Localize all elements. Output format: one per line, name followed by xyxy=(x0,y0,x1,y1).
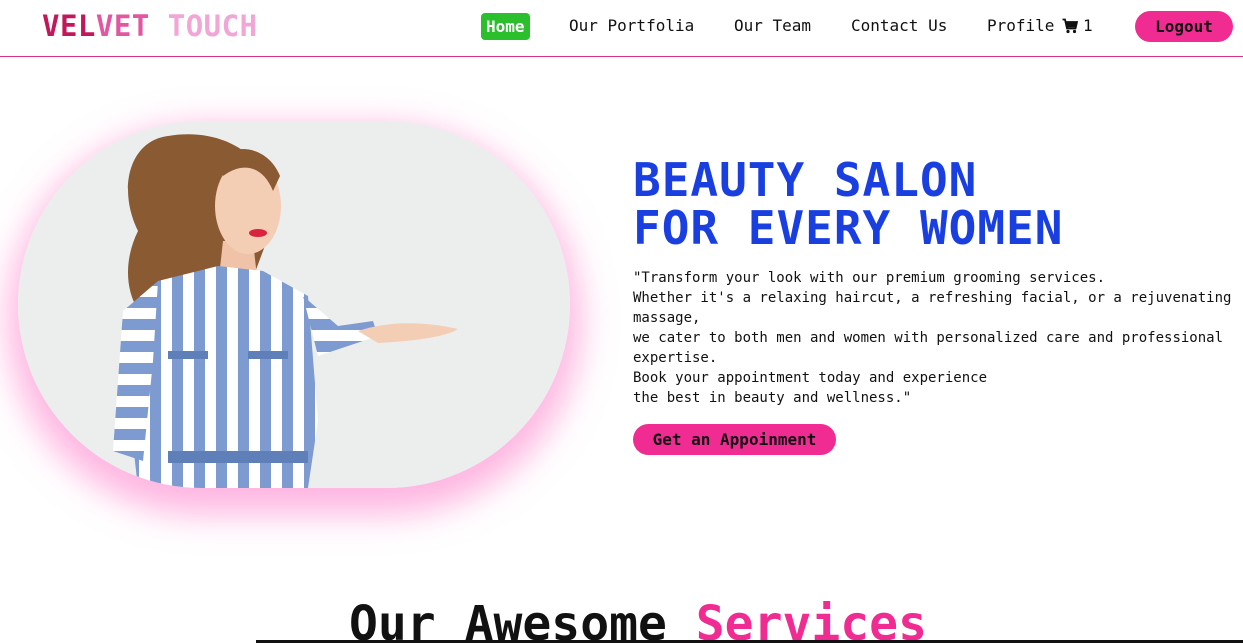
brand-logo-part1: VEL xyxy=(42,9,96,43)
hero-description-line: massage, xyxy=(633,310,701,326)
hero-description-line: Whether it's a relaxing haircut, a refre… xyxy=(633,290,1232,306)
hero-description-line: expertise. xyxy=(633,350,718,366)
services-heading: Our Awesome Services xyxy=(349,596,927,643)
nav-contact-link[interactable]: Contact Us xyxy=(851,15,947,37)
nav-team-link[interactable]: Our Team xyxy=(734,15,811,37)
hero-title-line1: BEAUTY SALON xyxy=(633,153,978,207)
hero-description-line: the best in beauty and wellness." xyxy=(633,390,912,406)
hero-description-line: Book your appointment today and experien… xyxy=(633,370,988,386)
cart-button[interactable]: 1 xyxy=(1062,15,1093,37)
get-appointment-button[interactable]: Get an Appoinment xyxy=(633,424,836,455)
nav-profile-link[interactable]: Profile xyxy=(987,15,1054,37)
cart-count: 1 xyxy=(1083,16,1093,35)
logout-button[interactable]: Logout xyxy=(1135,11,1233,42)
woman-in-striped-shirt-photo xyxy=(18,121,570,488)
shopping-cart-icon xyxy=(1062,18,1078,34)
brand-logo[interactable]: VELVET TOUCH xyxy=(42,10,258,42)
hero-description-line: we cater to both men and women with pers… xyxy=(633,330,1224,346)
brand-logo-part2: VET xyxy=(95,9,168,43)
hero-description-line: "Transform your look with our premium gr… xyxy=(633,270,1106,286)
nav-portfolio-link[interactable]: Our Portfolia xyxy=(569,15,694,37)
hero-title: BEAUTY SALON FOR EVERY WOMEN xyxy=(633,156,1063,252)
services-heading-part1: Our Awesome xyxy=(349,596,696,643)
hero-description: "Transform your look with our premium gr… xyxy=(633,268,1233,408)
navbar: VELVET TOUCH Home Our Portfolia Our Team… xyxy=(0,0,1243,57)
brand-logo-part3: TOUCH xyxy=(167,9,258,43)
hero-photo xyxy=(18,121,570,488)
hero-title-line2: FOR EVERY WOMEN xyxy=(633,201,1064,255)
services-heading-part2: Services xyxy=(695,596,927,643)
nav-home-link[interactable]: Home xyxy=(481,13,530,40)
